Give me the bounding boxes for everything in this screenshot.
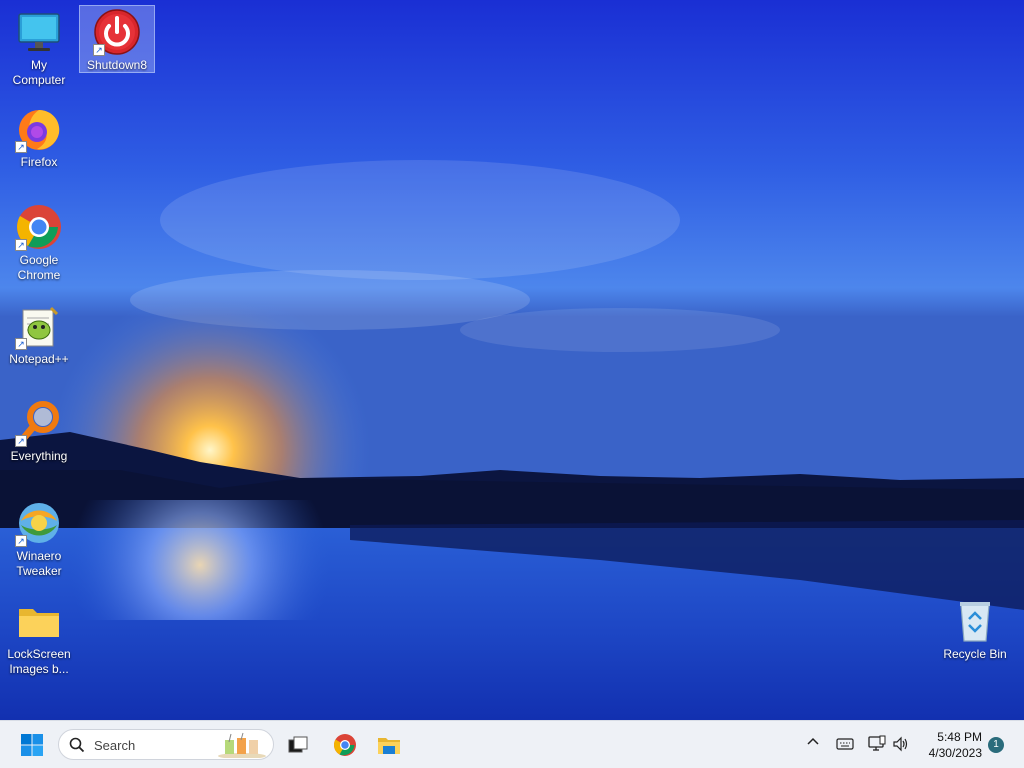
folder-icon	[15, 597, 63, 645]
desktop-icon-label: Notepad++	[9, 352, 69, 366]
start-button[interactable]	[20, 733, 44, 757]
desktop-icon-firefox[interactable]: ↗ Firefox	[1, 103, 77, 170]
task-view-icon	[288, 736, 308, 753]
keyboard-icon	[836, 738, 854, 750]
desktop-icon-label: Shutdown8	[86, 58, 148, 72]
clock-time: 5:48 PM	[937, 730, 982, 744]
notification-badge[interactable]: 1	[988, 737, 1004, 753]
search-highlight-drinks-icon	[218, 732, 266, 758]
chrome-icon: ↗	[15, 203, 63, 251]
desktop-icon-google-chrome[interactable]: ↗ Google Chrome	[1, 201, 77, 283]
notepad-plus-plus-icon: ↗	[15, 302, 63, 350]
winaero-icon: ↗	[15, 499, 63, 547]
desktop: My Computer ↗ Shutdown8 ↗ Firefox ↗ Goog…	[0, 0, 1024, 720]
search-icon	[69, 737, 85, 753]
taskbar-chrome-button[interactable]	[333, 733, 357, 757]
power-icon: ↗	[93, 8, 141, 56]
magnifier-icon: ↗	[15, 399, 63, 447]
shortcut-arrow-icon: ↗	[15, 535, 27, 547]
taskbar: Search 5:48 PM 4/30/2023 1	[0, 720, 1024, 768]
network-tray-button[interactable]	[868, 735, 886, 753]
shortcut-arrow-icon: ↗	[15, 239, 27, 251]
taskbar-clock[interactable]: 5:48 PM 4/30/2023	[929, 729, 982, 761]
desktop-icon-label: Everything	[10, 449, 68, 463]
windows-logo-icon	[21, 734, 43, 756]
desktop-icon-notepad-plus-plus[interactable]: ↗ Notepad++	[1, 300, 77, 367]
desktop-icon-label: Google Chrome	[17, 253, 61, 282]
desktop-icon-label: Firefox	[20, 155, 58, 169]
search-placeholder: Search	[94, 738, 136, 753]
speaker-icon	[893, 736, 908, 752]
file-explorer-icon	[378, 738, 400, 754]
desktop-icon-everything[interactable]: ↗ Everything	[1, 397, 77, 464]
taskbar-file-explorer-button[interactable]	[377, 733, 401, 757]
shortcut-arrow-icon: ↗	[15, 338, 27, 350]
desktop-icon-winaero-tweaker[interactable]: ↗ Winaero Tweaker	[1, 497, 77, 579]
task-view-button[interactable]	[288, 735, 308, 755]
recycle-bin-icon	[951, 597, 999, 645]
chevron-up-icon	[807, 737, 819, 745]
clock-date: 4/30/2023	[928, 746, 982, 760]
wallpaper	[0, 0, 1024, 720]
desktop-icon-label: Recycle Bin	[943, 647, 1007, 661]
firefox-icon: ↗	[15, 105, 63, 153]
desktop-icon-shutdown8[interactable]: ↗ Shutdown8	[79, 5, 155, 73]
shortcut-arrow-icon: ↗	[93, 44, 105, 56]
keyboard-tray-button[interactable]	[836, 737, 854, 751]
shortcut-arrow-icon: ↗	[15, 141, 27, 153]
taskbar-search-box[interactable]: Search	[58, 729, 274, 760]
monitor-icon	[15, 8, 63, 56]
desktop-icon-lockscreen-folder[interactable]: LockScreen Images b...	[1, 595, 77, 677]
shortcut-arrow-icon: ↗	[15, 435, 27, 447]
desktop-icon-recycle-bin[interactable]: Recycle Bin	[937, 595, 1013, 662]
network-icon	[868, 735, 886, 751]
desktop-icon-label: Winaero Tweaker	[16, 549, 62, 578]
show-hidden-icons-button[interactable]	[806, 735, 820, 751]
volume-tray-button[interactable]	[892, 735, 910, 753]
desktop-icon-label: LockScreen Images b...	[7, 647, 71, 676]
desktop-icon-label: My Computer	[12, 58, 66, 87]
chrome-icon	[334, 734, 356, 756]
desktop-icon-my-computer[interactable]: My Computer	[1, 6, 77, 88]
